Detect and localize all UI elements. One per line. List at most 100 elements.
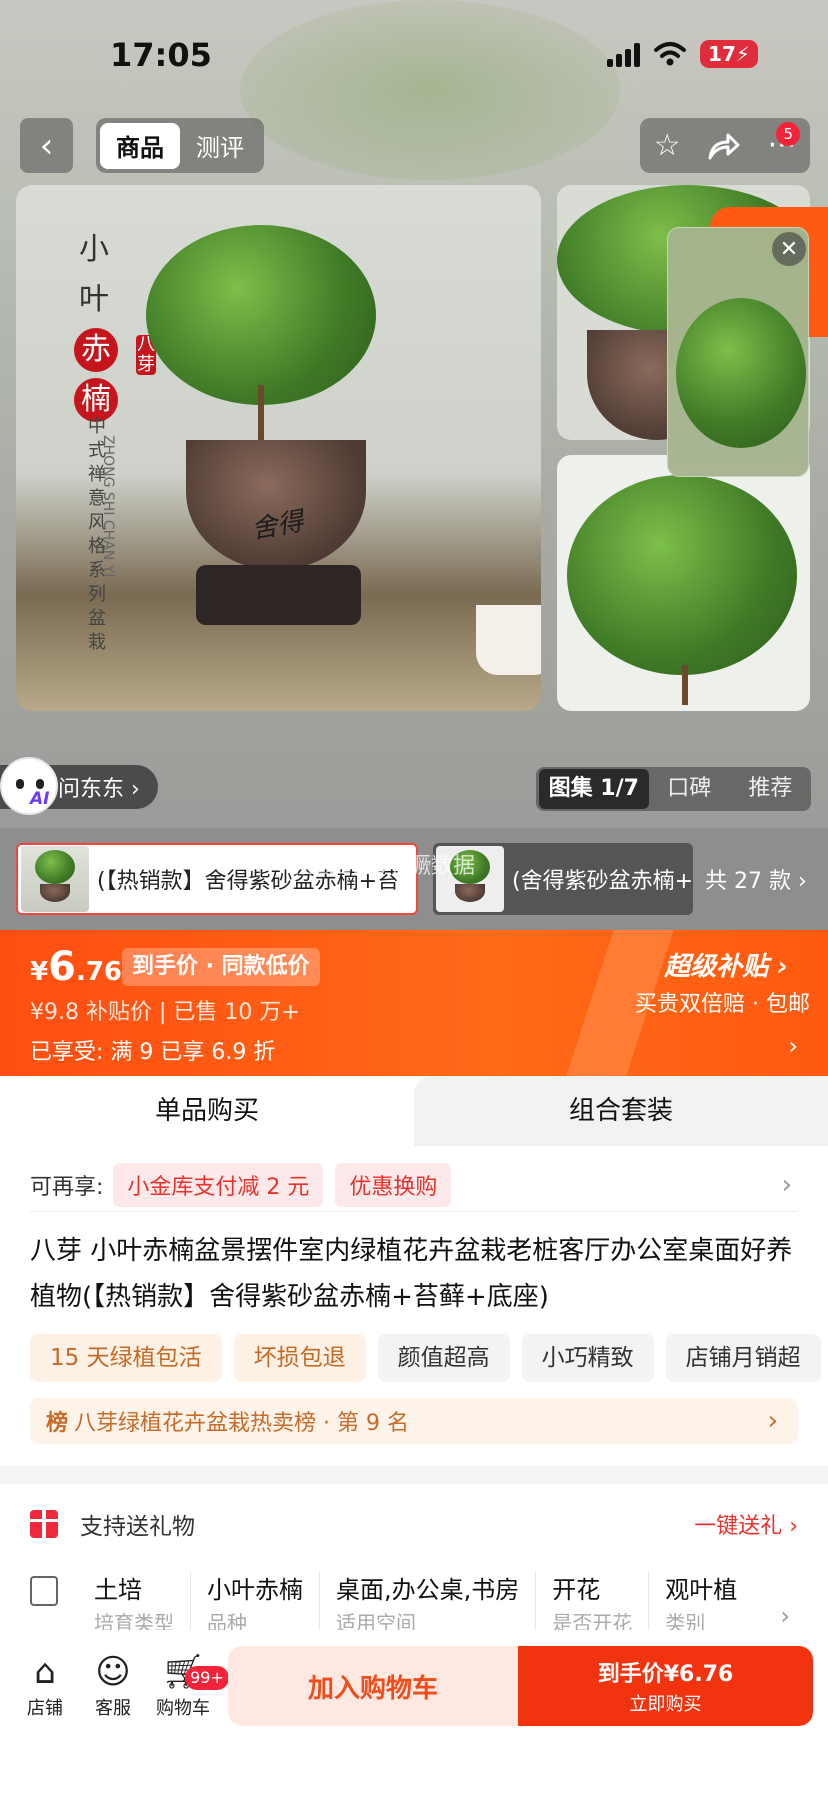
sku-thumbnail [21,846,89,912]
close-floating-video-button[interactable]: ✕ [772,232,806,266]
battery-icon: 17 ⚡ [700,40,758,68]
notification-badge: 5 [776,122,801,146]
service-label: 客服 [95,1698,131,1719]
spec-value: 开花 [552,1576,601,1604]
customer-service-button[interactable]: ☺ 客服 [73,1650,153,1720]
spec-value: 观叶植 [665,1576,738,1604]
smile-face-icon: ☺ [95,1652,131,1692]
send-gift-link[interactable]: 一键送礼 › [694,1508,798,1540]
service-tags: 15 天绿植包活 坏损包退 颜值超高 小巧精致 店铺月销超 [30,1334,828,1384]
add-to-cart-button[interactable]: 加入购物车 [228,1646,518,1726]
final-price: ¥6.76 [30,944,122,990]
super-subsidy-link[interactable]: 超级补贴 › [664,946,788,983]
cart-button[interactable]: 🛒︎ 购物车 99+ [143,1650,229,1720]
chevron-right-icon[interactable]: › [788,1032,798,1060]
tree-canopy [676,298,806,448]
cart-count-badge: 99+ [185,1666,229,1690]
top-nav: ‹ 商品 测评 ☆ ··· 5 [0,118,828,174]
tab-bundle[interactable]: 组合套装 [414,1076,828,1146]
wifi-icon [654,42,686,66]
tab-reputation[interactable]: 口碑 [649,769,730,809]
favorite-star-icon[interactable]: ☆ [654,128,681,163]
photo-pinyin: ZHONG SHI CHAN YI [100,435,116,578]
product-title: 八芽 小叶赤楠盆景摆件室内绿植花卉盆栽老桩客厅办公室桌面好养植物(【热销款】舍得… [30,1236,793,1312]
tab-product[interactable]: 商品 [100,122,180,169]
signal-icon [607,41,640,67]
gallery-tabs: 图集 1/7 口碑 推荐 [536,767,811,811]
feature-tag[interactable]: 小巧精致 [521,1334,654,1382]
chevron-right-icon: › [781,1169,792,1200]
chevron-right-icon: › [767,1406,778,1436]
spec-value: 土培 [94,1576,142,1604]
status-time: 17:05 [110,36,212,74]
ranking-banner[interactable]: 榜 八芽绿植花卉盆栽热卖榜 · 第 9 名 › [30,1398,798,1444]
buy-now-label: 立即购买 [629,1694,702,1715]
side-photo-bottom[interactable] [557,455,810,711]
service-tag[interactable]: 15 天绿植包活 [30,1334,222,1382]
sku-selector: (【热销款】舍得紫砂盆赤楠+苔 (舍得紫砂盆赤楠+ 共 27 款 › 刚坐上to… [0,828,828,930]
product-info-card: 可再享: 小金库支付减 2 元 优惠换购 › 八芽 小叶赤楠盆景摆件室内绿植花卉… [0,1146,828,1466]
purchase-mode-tabs: 单品购买 组合套装 [0,1076,828,1146]
photo-title: 小 叶 赤 楠 [74,225,118,425]
feature-tag[interactable]: 店铺月销超 [665,1334,821,1382]
spec-value: 小叶赤楠 [207,1576,303,1604]
tab-review[interactable]: 测评 [180,123,260,169]
coupon-tag[interactable]: 优惠换购 [335,1162,452,1207]
status-bar: 17:05 17 ⚡ [0,30,828,80]
tab-recommend[interactable]: 推荐 [730,769,811,809]
cart-label: 购物车 [156,1698,210,1719]
tree-trunk [682,665,688,705]
price-decimal: .76 [75,957,122,987]
gift-icon [30,1510,58,1538]
promo-label: 可再享: [30,1174,104,1200]
sku-option-label: (舍得紫砂盆赤楠+ [511,869,693,894]
tab-gallery[interactable]: 图集 1/7 [539,769,649,809]
back-button[interactable]: ‹ [20,118,73,173]
price-banner: ¥6.76 到手价 · 同款低价 ¥9.8 补贴价 | 已售 10 万+ 已享受… [0,930,828,1076]
service-tag[interactable]: 坏损包退 [233,1334,366,1382]
rank-text: 八芽绿植花卉盆栽热卖榜 · 第 9 名 [74,1411,409,1436]
ai-assistant-label: 问东东 › [58,777,140,802]
coupon-tag[interactable]: 小金库支付减 2 元 [113,1162,324,1207]
buy-now-button[interactable]: 到手价¥6.76 立即购买 [518,1646,813,1726]
buy-now-price: 到手价¥6.76 [597,1662,734,1687]
product-hero: 17:05 17 ⚡ ‹ 商品 测评 ☆ ··· 5 小 叶 赤 楠 中式禅意风… [0,0,828,828]
price-currency: ¥ [30,957,49,987]
subsidy-guarantee: 买贵双倍赔 · 包邮 [635,992,810,1017]
tea-cup [476,605,541,675]
pot [40,884,70,902]
photo-title-char: 小 [79,232,109,267]
tree-canopy [567,475,797,675]
chevron-right-icon[interactable]: › [780,1602,790,1630]
ai-assistant-button[interactable]: AI 问东东 › [0,757,158,815]
chevron-left-icon: ‹ [39,125,54,166]
status-icons: 17 ⚡ [607,40,758,68]
price-integer: 6 [48,944,76,990]
top-actions: ☆ ··· 5 [640,118,810,173]
close-icon: ✕ [779,236,799,262]
page-tabs: 商品 测评 [96,118,264,173]
battery-level: 17 [708,42,736,66]
tree-canopy [35,850,75,884]
main-product-photo[interactable]: 小 叶 赤 楠 中式禅意风格系列盆栽 八芽 ZHONG SHI CHAN YI … [16,185,541,711]
pot [455,884,485,902]
gift-label: 支持送礼物 [80,1514,195,1540]
share-icon[interactable] [708,132,740,160]
sku-count-link[interactable]: 共 27 款 › [705,863,807,895]
subsidy-price-sold: ¥9.8 补贴价 | 已售 10 万+ [30,1000,300,1025]
gift-row[interactable]: 支持送礼物 一键送礼 › [30,1504,798,1544]
spec-value: 桌面,办公桌,书房 [336,1576,520,1604]
document-icon [30,1576,58,1606]
live-overlay-text: 刚坐上top老獗数据 [285,854,476,879]
photo-title-char: 赤 [74,328,118,372]
extra-promotions[interactable]: 可再享: 小金库支付减 2 元 优惠换购 › [30,1158,798,1212]
bottom-action-bar: ⌂ 店铺 ☺ 客服 🛒︎ 购物车 99+ 加入购物车 到手价¥6.76 立即购买 [0,1630,828,1795]
rank-icon: 榜 [46,1411,69,1436]
tree-canopy [146,225,376,405]
discount-enjoyed[interactable]: 已享受: 满 9 已享 6.9 折 [30,1034,275,1066]
more-button[interactable]: ··· 5 [768,122,801,163]
ai-badge: AI [30,789,50,809]
tab-single-purchase[interactable]: 单品购买 [0,1076,414,1146]
feature-tag[interactable]: 颜值超高 [377,1334,510,1382]
price-tag: 到手价 · 同款低价 [122,948,320,986]
